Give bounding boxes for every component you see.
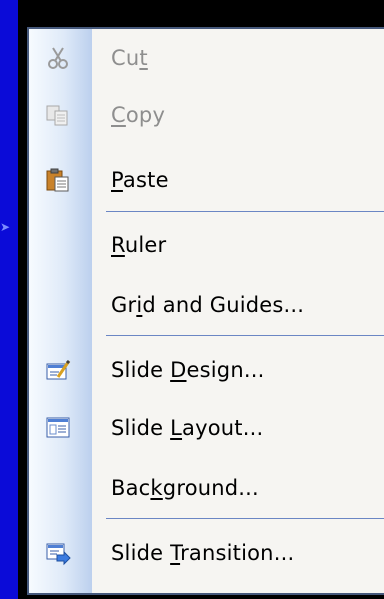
pointer-icon: ➤ <box>0 220 11 234</box>
menu-item-background[interactable]: Background... <box>29 459 384 516</box>
menu-separator <box>106 518 384 519</box>
menu-item-label: Copy <box>111 102 166 127</box>
context-menu: Cut Copy Paste Ruler Grid and Guides... … <box>27 27 384 595</box>
slide-transition-icon <box>45 540 71 566</box>
scissors-icon <box>45 45 71 71</box>
menu-item-cut[interactable]: Cut <box>29 29 384 86</box>
menu-item-label: Ruler <box>111 232 167 257</box>
slide-layout-icon <box>45 415 71 441</box>
clipboard-paste-icon <box>45 167 71 193</box>
menu-item-label: Slide Transition... <box>111 540 295 565</box>
menu-item-label: Background... <box>111 475 259 500</box>
menu-item-ruler[interactable]: Ruler <box>29 216 384 273</box>
menu-item-label: Slide Layout... <box>111 415 264 440</box>
menu-separator <box>106 335 384 336</box>
menu-item-slide-design[interactable]: Slide Design... <box>29 341 384 398</box>
desktop-background <box>0 0 18 599</box>
menu-item-label: Paste <box>111 167 169 192</box>
menu-item-label: Cut <box>111 45 148 70</box>
menu-item-label: Grid and Guides... <box>111 292 305 317</box>
slide-design-icon <box>45 357 71 383</box>
menu-item-label: Slide Design... <box>111 357 265 382</box>
menu-item-slide-transition[interactable]: Slide Transition... <box>29 524 384 581</box>
copy-icon <box>45 102 71 128</box>
menu-item-grid-and-guides[interactable]: Grid and Guides... <box>29 276 384 333</box>
menu-separator <box>106 211 384 212</box>
menu-item-copy[interactable]: Copy <box>29 86 384 143</box>
menu-item-paste[interactable]: Paste <box>29 151 384 208</box>
menu-item-slide-layout[interactable]: Slide Layout... <box>29 399 384 456</box>
